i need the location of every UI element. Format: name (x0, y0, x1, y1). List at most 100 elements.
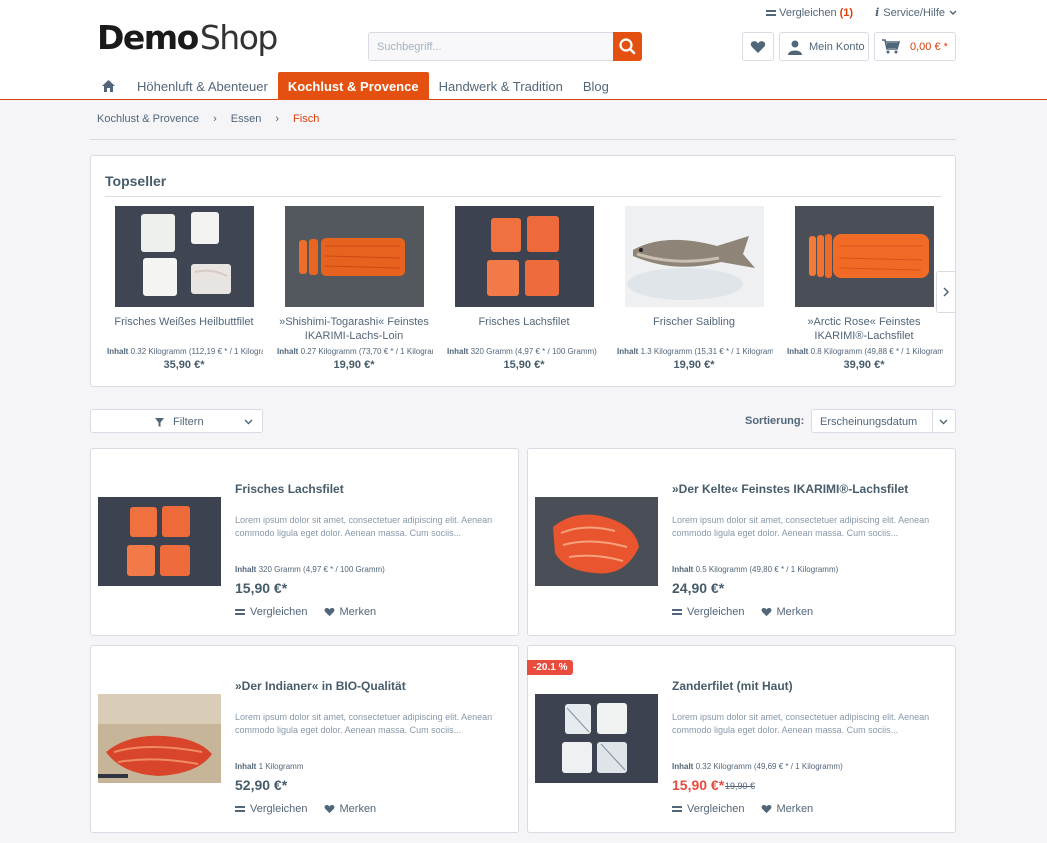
topseller-item-price: 15,90 €* (503, 359, 545, 371)
info-icon: i (875, 6, 880, 19)
chevron-right-icon (942, 287, 949, 297)
slider-next-button[interactable] (936, 271, 956, 313)
compare-link[interactable]: Vergleichen (1) (766, 6, 853, 19)
note-button-label: Merken (776, 803, 814, 815)
heart-icon (761, 804, 771, 814)
unit-label: Inhalt (787, 347, 809, 356)
compare-button-label: Vergleichen (250, 606, 308, 618)
product-price: 15,90 €* (672, 777, 725, 793)
wishlist-button[interactable] (742, 32, 774, 61)
product-image-arctic-rose[interactable] (794, 206, 934, 307)
account-label: Mein Konto (809, 40, 865, 53)
product-title[interactable]: »Der Indianer« in BIO-Qualität (235, 679, 406, 693)
note-button-label: Merken (339, 803, 377, 815)
account-button[interactable]: Mein Konto (779, 32, 869, 61)
product-title[interactable]: »Der Kelte« Feinstes IKARIMI®-Lachsfilet (672, 482, 908, 496)
product-image-shishimi[interactable] (284, 206, 424, 307)
product-title[interactable]: Zanderfilet (mit Haut) (672, 679, 793, 693)
service-link-label: Service/Hilfe (883, 6, 945, 19)
nav-item-blog[interactable]: Blog (573, 72, 619, 100)
sort-label: Sortierung: (745, 415, 805, 427)
compare-count: (1) (839, 6, 854, 19)
product-price: 15,90 €* (235, 580, 288, 596)
cart-button[interactable]: 0,00 € * (874, 32, 956, 61)
search-input[interactable]: Suchbegriff... (368, 32, 642, 61)
chevron-down-icon (244, 419, 253, 425)
topseller-item-name[interactable]: Frisches Lachsfilet (445, 315, 603, 343)
topseller-item-name[interactable]: Frisches Weißes Heilbuttfilet (105, 315, 263, 343)
home-icon (102, 80, 115, 92)
product-box: »Der Kelte« Feinstes IKARIMI®-Lachsfilet… (527, 448, 956, 636)
logo[interactable]: DemoShop (97, 18, 279, 57)
topseller-divider (105, 196, 941, 197)
topseller-item[interactable]: Frischer Saibling Inhalt 1.3 Kilogramm (… (615, 206, 773, 371)
compare-button[interactable]: Vergleichen (672, 606, 745, 618)
heart-icon (750, 40, 766, 53)
product-image-der-indianer[interactable] (98, 694, 221, 783)
product-title[interactable]: Frisches Lachsfilet (235, 482, 344, 496)
breadcrumb-item-kochlust[interactable]: Kochlust & Provence (97, 113, 199, 125)
unit-value: 320 Gramm (4,97 € * / 100 Gramm) (470, 347, 597, 356)
product-description: Lorem ipsum dolor sit amet, consectetuer… (235, 515, 493, 538)
search-placeholder: Suchbegriff... (377, 41, 442, 53)
breadcrumb-item-fisch[interactable]: Fisch (293, 113, 319, 125)
search-button[interactable] (613, 32, 642, 61)
unit-label: Inhalt (277, 347, 299, 356)
filter-button[interactable]: Filtern (90, 409, 263, 433)
chevron-right-icon: › (213, 113, 217, 125)
product-image-lachsfilet[interactable] (98, 497, 221, 586)
product-price: 52,90 €* (235, 777, 288, 793)
product-actions: Vergleichen Merken (235, 803, 376, 815)
heart-icon (324, 804, 334, 814)
topseller-item-price: 35,90 €* (163, 359, 205, 371)
topseller-item-price: 19,90 €* (333, 359, 375, 371)
product-image-heilbutt[interactable] (114, 206, 254, 307)
unit-value: 320 Gramm (4,97 € * / 100 Gramm) (258, 565, 385, 574)
note-button[interactable]: Merken (324, 606, 376, 618)
service-link[interactable]: i Service/Hilfe (875, 6, 957, 19)
unit-value: 0.8 Kilogramm (49,88 € * / 1 Kilogramm) (810, 347, 943, 356)
topseller-item-name[interactable]: »Arctic Rose« Feinstes IKARIMI®-Lachsfil… (785, 315, 943, 343)
nav-home[interactable] (90, 72, 127, 100)
compare-button[interactable]: Vergleichen (235, 606, 308, 618)
discount-badge: -20.1 % (527, 660, 574, 675)
product-unit: Inhalt 0.32 Kilogramm (49,69 € * / 1 Kil… (672, 762, 843, 771)
note-button[interactable]: Merken (761, 606, 814, 618)
topseller-item-name[interactable]: Frischer Saibling (615, 315, 773, 343)
topseller-item[interactable]: Frisches Lachsfilet Inhalt 320 Gramm (4,… (445, 206, 603, 371)
note-button[interactable]: Merken (761, 803, 814, 815)
topseller-item-unit: Inhalt 1.3 Kilogramm (15,31 € * / 1 Kilo… (615, 347, 773, 356)
topseller-item[interactable]: Frisches Weißes Heilbuttfilet Inhalt 0.3… (105, 206, 263, 371)
topseller-item-price: 19,90 €* (673, 359, 715, 371)
unit-label: Inhalt (447, 347, 469, 356)
nav-item-handwerk[interactable]: Handwerk & Tradition (429, 72, 573, 100)
topseller-item[interactable]: »Arctic Rose« Feinstes IKARIMI®-Lachsfil… (785, 206, 943, 371)
chevron-down-icon (939, 419, 948, 425)
product-image-lachsfilet[interactable] (454, 206, 594, 307)
product-image-der-kelte[interactable] (535, 497, 658, 586)
nav-item-hoehenluft[interactable]: Höhenluft & Abenteuer (127, 72, 278, 100)
unit-label: Inhalt (672, 565, 694, 574)
sort-select-divider (932, 410, 933, 432)
topseller-item-unit: Inhalt 320 Gramm (4,97 € * / 100 Gramm) (445, 347, 603, 356)
unit-value: 1.3 Kilogramm (15,31 € * / 1 Kilogramm) (640, 347, 773, 356)
unit-value: 0.27 Kilogramm (73,70 € * / 1 Kilogramm) (300, 347, 433, 356)
unit-label: Inhalt (107, 347, 129, 356)
nav-item-kochlust[interactable]: Kochlust & Provence (277, 72, 429, 100)
sort-select[interactable]: Erscheinungsdatum (811, 409, 956, 433)
compare-icon (672, 806, 682, 812)
product-image-zanderfilet[interactable] (535, 694, 658, 783)
user-icon (788, 40, 802, 55)
product-image-saibling[interactable] (624, 206, 764, 307)
top-links: Vergleichen (1) i Service/Hilfe (766, 6, 957, 19)
compare-button[interactable]: Vergleichen (235, 803, 308, 815)
note-button-label: Merken (776, 606, 814, 618)
note-button[interactable]: Merken (324, 803, 377, 815)
topseller-item-name[interactable]: »Shishimi-Togarashi« Feinstes IKARIMI-La… (275, 315, 433, 343)
product-unit: Inhalt 320 Gramm (4,97 € * / 100 Gramm) (235, 565, 385, 574)
compare-button[interactable]: Vergleichen (672, 803, 745, 815)
topseller-item[interactable]: »Shishimi-Togarashi« Feinstes IKARIMI-La… (275, 206, 433, 371)
logo-light-text: Shop (199, 18, 279, 57)
product-description: Lorem ipsum dolor sit amet, consectetuer… (672, 515, 930, 538)
breadcrumb-item-essen[interactable]: Essen (231, 113, 262, 125)
